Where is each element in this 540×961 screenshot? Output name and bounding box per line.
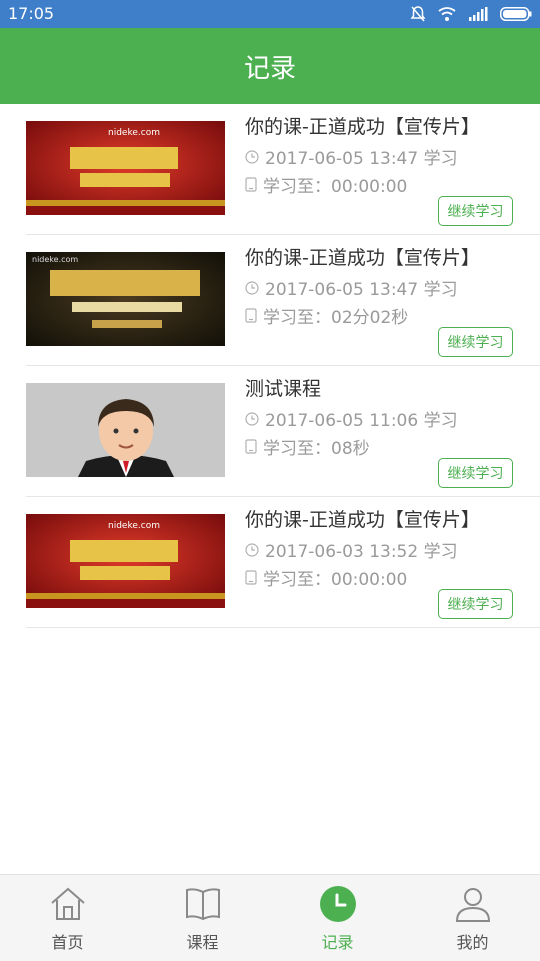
record-progress-row: 学习至：02分02秒: [245, 303, 408, 328]
record-progress: 学习至：02分02秒: [263, 308, 409, 328]
app-header: 记录: [0, 28, 540, 104]
course-thumbnail[interactable]: nideke.com: [26, 252, 225, 346]
home-icon: [50, 887, 85, 920]
record-date-row: 2017-06-05 13:47 学习: [245, 144, 458, 169]
record-item[interactable]: nideke.com 你的课-正道成功【宣传片】 2017-06-05 13:4…: [26, 104, 540, 235]
record-date-row: 2017-06-05 11:06 学习: [245, 406, 458, 431]
record-progress: 学习至：08秒: [263, 439, 370, 459]
record-progress-row: 学习至：00:00:00: [245, 172, 407, 197]
tab-label: 记录: [321, 933, 354, 952]
clock-icon: [245, 411, 259, 426]
record-date: 2017-06-05 11:06 学习: [265, 411, 458, 431]
tab-courses[interactable]: 课程: [135, 875, 270, 961]
clock-icon: [245, 542, 259, 557]
thumb-brand-text: nideke.com: [32, 255, 78, 264]
mute-icon: [410, 6, 426, 22]
signal-icon: [469, 7, 488, 21]
course-thumbnail[interactable]: [26, 383, 225, 477]
phone-icon: [245, 177, 257, 192]
record-progress-row: 学习至：08秒: [245, 434, 370, 459]
thumb-brand-text: nideke.com: [108, 128, 160, 138]
page-title: 记录: [243, 53, 296, 84]
tab-label: 我的: [456, 933, 489, 952]
record-date: 2017-06-03 13:52 学习: [265, 542, 458, 562]
status-time: 17:05: [8, 4, 55, 23]
tab-home[interactable]: 首页: [0, 875, 135, 961]
record-item[interactable]: 测试课程 2017-06-05 11:06 学习 学习至：08秒 继续学习: [26, 366, 540, 497]
phone-icon: [245, 570, 257, 585]
bottom-tab-bar: 首页 课程 记录 我的: [0, 874, 540, 961]
continue-learning-button[interactable]: 继续学习: [438, 327, 513, 357]
course-thumbnail[interactable]: nideke.com: [26, 514, 225, 608]
record-progress: 学习至：00:00:00: [263, 570, 408, 590]
continue-learning-button[interactable]: 继续学习: [438, 589, 513, 619]
record-item[interactable]: nideke.com 你的课-正道成功【宣传片】 2017-06-05 13:4…: [26, 235, 540, 366]
record-progress-row: 学习至：00:00:00: [245, 565, 407, 590]
record-title: 你的课-正道成功【宣传片】: [245, 247, 480, 269]
record-title: 测试课程: [245, 378, 322, 400]
clock-icon: [245, 280, 259, 295]
clock-icon: [245, 149, 259, 164]
tab-label: 首页: [51, 933, 84, 952]
clock-icon: [319, 886, 356, 922]
phone-icon: [245, 439, 257, 454]
course-thumbnail[interactable]: nideke.com: [26, 121, 225, 215]
record-title: 你的课-正道成功【宣传片】: [245, 116, 480, 138]
thumb-brand-text: nideke.com: [108, 521, 160, 531]
user-icon: [455, 888, 490, 922]
tab-label: 课程: [186, 933, 219, 952]
record-date: 2017-06-05 13:47 学习: [265, 280, 458, 300]
record-list: nideke.com 你的课-正道成功【宣传片】 2017-06-05 13:4…: [0, 104, 540, 628]
battery-icon: [500, 7, 532, 21]
record-progress: 学习至：00:00:00: [263, 177, 408, 197]
record-date-row: 2017-06-05 13:47 学习: [245, 275, 458, 300]
book-icon: [185, 888, 220, 921]
record-date: 2017-06-05 13:47 学习: [265, 149, 458, 169]
continue-learning-button[interactable]: 继续学习: [438, 196, 513, 226]
phone-icon: [245, 308, 257, 323]
record-item[interactable]: nideke.com 你的课-正道成功【宣传片】 2017-06-03 13:5…: [26, 497, 540, 628]
tab-records[interactable]: 记录: [270, 875, 405, 961]
continue-learning-button[interactable]: 继续学习: [438, 458, 513, 488]
tab-mine[interactable]: 我的: [405, 875, 540, 961]
record-title: 你的课-正道成功【宣传片】: [245, 509, 480, 531]
status-bar: 17:05: [0, 0, 540, 28]
wifi-icon: [438, 7, 456, 21]
record-date-row: 2017-06-03 13:52 学习: [245, 537, 458, 562]
